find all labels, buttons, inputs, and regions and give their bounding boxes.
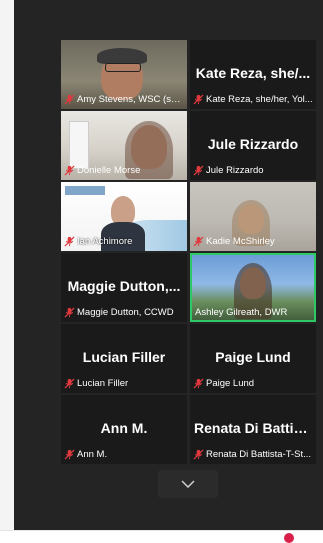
gallery-grid: Amy Stevens, WSC (sh... Kate Reza, she/.… bbox=[61, 40, 316, 464]
mic-muted-icon bbox=[64, 378, 75, 389]
participant-tile-active-speaker[interactable]: Ashley Gilreath, DWR bbox=[190, 253, 316, 322]
participant-display-name: Kate Reza, she/... bbox=[195, 65, 311, 81]
participant-display-name: Renata Di Battis... bbox=[194, 420, 312, 436]
mic-muted-icon bbox=[193, 236, 204, 247]
participant-name-label: Lucian Filler bbox=[77, 378, 129, 389]
video-feed-hair bbox=[97, 48, 147, 64]
mic-muted-icon bbox=[64, 307, 75, 318]
mic-muted-icon bbox=[64, 94, 75, 105]
participant-name-label: Amy Stevens, WSC (sh... bbox=[77, 94, 184, 105]
participant-name-label: Kate Reza, she/her, Yol... bbox=[206, 94, 313, 105]
participant-name-bar: Renata Di Battista-T-St... bbox=[193, 448, 313, 461]
participant-name-label: Donielle Morse bbox=[77, 165, 141, 176]
participant-tile[interactable]: Lucian Filler Lucian Filler bbox=[61, 324, 187, 393]
participant-name-label: Kadie McShirley bbox=[206, 236, 275, 247]
mic-muted-icon bbox=[64, 165, 75, 176]
mic-muted-icon bbox=[193, 378, 204, 389]
participant-display-name: Paige Lund bbox=[215, 349, 291, 365]
video-feed-glasses bbox=[105, 63, 141, 72]
mic-muted-icon bbox=[64, 449, 75, 460]
scroll-down-button[interactable] bbox=[158, 470, 218, 498]
participant-display-name: Maggie Dutton,... bbox=[67, 278, 181, 294]
participant-name-bar: Amy Stevens, WSC (sh... bbox=[64, 93, 184, 106]
participant-tile[interactable]: Kadie McShirley bbox=[190, 182, 316, 251]
video-feed-background bbox=[69, 121, 89, 169]
participant-name-bar: Jule Rizzardo bbox=[193, 164, 313, 177]
mic-muted-icon bbox=[64, 236, 75, 247]
participant-name-bar: Ian Achimore bbox=[64, 235, 184, 248]
mic-muted-icon bbox=[193, 449, 204, 460]
participant-name-bar: Maggie Dutton, CCWD bbox=[64, 306, 184, 319]
participant-name-bar: Kate Reza, she/her, Yol... bbox=[193, 93, 313, 106]
participant-name-label: Paige Lund bbox=[206, 378, 255, 389]
mic-muted-icon bbox=[193, 165, 204, 176]
video-feed-logo bbox=[65, 186, 105, 195]
participant-tile[interactable]: Kate Reza, she/... Kate Reza, she/her, Y… bbox=[190, 40, 316, 109]
participant-tile[interactable]: Renata Di Battis... Renata Di Battista-T… bbox=[190, 395, 316, 464]
participant-name-label: Ian Achimore bbox=[77, 236, 133, 247]
participant-name-label: Renata Di Battista-T-St... bbox=[206, 449, 312, 460]
participant-tile[interactable]: Ian Achimore bbox=[61, 182, 187, 251]
participant-display-name: Ann M. bbox=[100, 420, 148, 436]
participant-name-label: Jule Rizzardo bbox=[206, 165, 264, 176]
participant-name-label: Maggie Dutton, CCWD bbox=[77, 307, 174, 318]
participant-tile[interactable]: Ann M. Ann M. bbox=[61, 395, 187, 464]
participant-name-bar: Lucian Filler bbox=[64, 377, 184, 390]
chevron-down-icon bbox=[181, 480, 195, 488]
left-sidebar-edge bbox=[0, 0, 15, 530]
participant-name-bar: Ashley Gilreath, DWR bbox=[193, 306, 313, 319]
participant-name-bar: Paige Lund bbox=[193, 377, 313, 390]
participant-tile[interactable]: Maggie Dutton,... Maggie Dutton, CCWD bbox=[61, 253, 187, 322]
participant-display-name: Jule Rizzardo bbox=[207, 136, 299, 152]
participant-name-bar: Kadie McShirley bbox=[193, 235, 313, 248]
participant-name-bar: Donielle Morse bbox=[64, 164, 184, 177]
taskbar-strip bbox=[0, 530, 323, 543]
mic-muted-icon bbox=[193, 94, 204, 105]
participant-tile[interactable]: Donielle Morse bbox=[61, 111, 187, 180]
participant-name-bar: Ann M. bbox=[64, 448, 184, 461]
participant-name-label: Ashley Gilreath, DWR bbox=[195, 307, 288, 318]
participant-tile[interactable]: Paige Lund Paige Lund bbox=[190, 324, 316, 393]
participant-tile[interactable]: Amy Stevens, WSC (sh... bbox=[61, 40, 187, 109]
participant-name-label: Ann M. bbox=[77, 449, 108, 460]
participant-tile[interactable]: Jule Rizzardo Jule Rizzardo bbox=[190, 111, 316, 180]
participant-display-name: Lucian Filler bbox=[82, 349, 166, 365]
